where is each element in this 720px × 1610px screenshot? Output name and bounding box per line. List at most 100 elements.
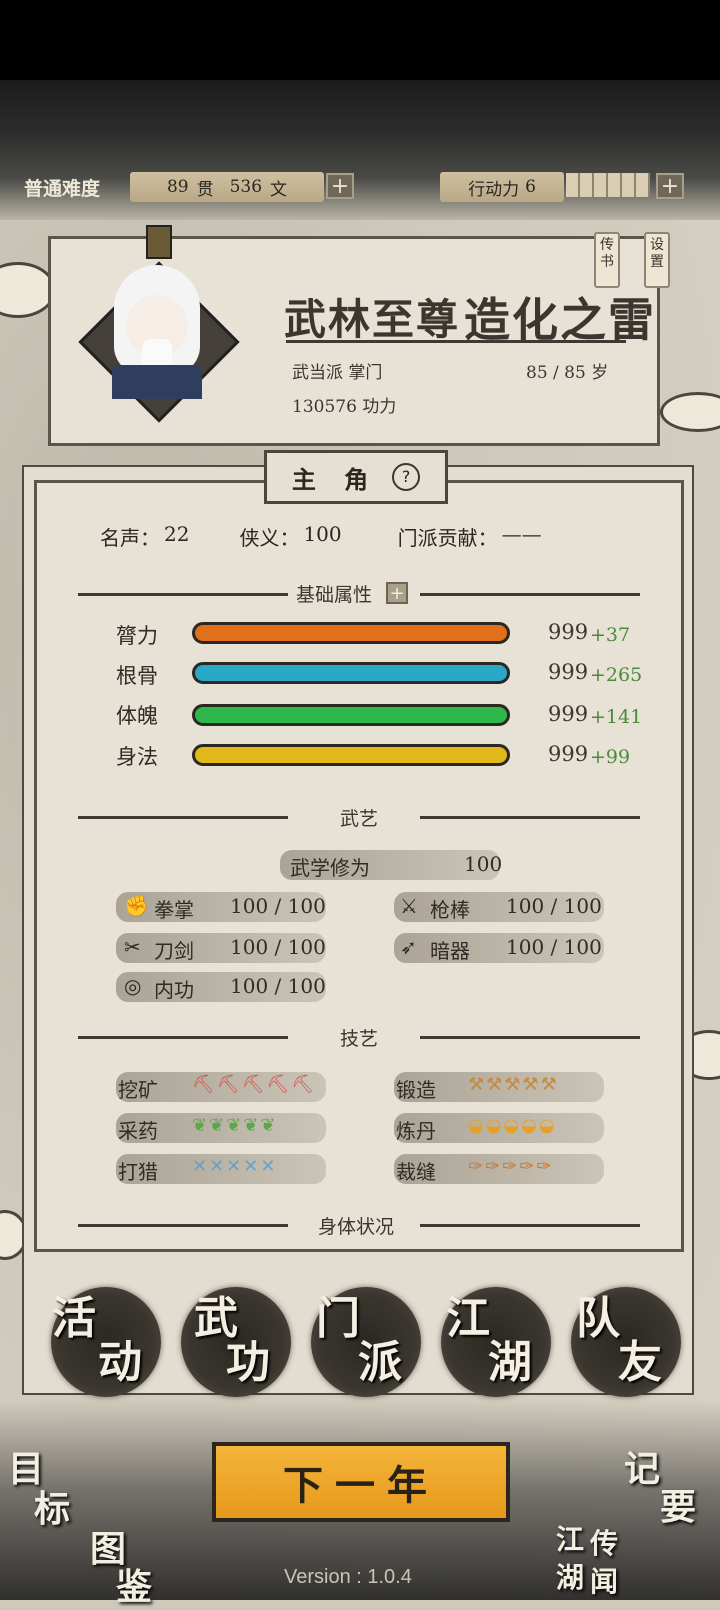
nav-team-char2: 友 — [618, 1337, 662, 1388]
skill-name-inner: 内功 — [154, 978, 194, 1002]
money-wen-unit: 文 — [270, 179, 288, 200]
attr-bar-agility — [192, 744, 510, 766]
action-segment — [580, 173, 594, 197]
attributes-divider-left — [78, 593, 288, 596]
attr-bonus-physique: +141 — [590, 706, 643, 728]
attr-value-strength: 999 — [548, 620, 589, 644]
inner-force-icon: ◎ — [124, 974, 142, 998]
money-wen: 536 — [229, 177, 263, 197]
legends-char3: 传 — [590, 1527, 619, 1560]
nav-sect-char1: 门 — [316, 1293, 360, 1344]
money-guan-unit: 贯 — [196, 179, 214, 200]
craft-icons-forging: ⚒⚒⚒⚒⚒ — [468, 1074, 559, 1095]
legends-char2: 湖 — [556, 1561, 585, 1594]
atlas-char2: 鉴 — [116, 1566, 153, 1608]
skill-value-spear: 100 / 100 — [506, 894, 602, 918]
goal-button[interactable]: 目 标 — [0, 1440, 90, 1530]
swords-icon: ✂ — [124, 935, 141, 959]
craft-label-forging: 锻造 — [396, 1078, 436, 1102]
difficulty-label: 普通难度 — [24, 178, 101, 200]
nav-jianghu-button[interactable]: 江 湖 — [436, 1282, 556, 1402]
attr-label-constitution: 根骨 — [116, 664, 158, 688]
letters-button[interactable]: 传书 — [594, 232, 620, 288]
skill-name-fist: 拳掌 — [154, 898, 194, 922]
action-segment — [636, 173, 650, 197]
crafts-divider-left — [78, 1036, 288, 1039]
legends-button[interactable]: 江 湖 传 闻 — [556, 1518, 656, 1600]
craft-icons-herbs: ❦❦❦❦❦ — [192, 1115, 278, 1136]
body-divider-right — [420, 1224, 640, 1227]
attributes-title: 基础属性 — [296, 584, 373, 606]
skill-value-swords: 100 / 100 — [230, 935, 326, 959]
nav-team-char1: 队 — [576, 1293, 620, 1344]
sect-role: 武当派 掌门 — [292, 363, 383, 383]
ink-header-band — [0, 80, 720, 220]
crafts-title: 技艺 — [340, 1028, 379, 1050]
attr-bonus-strength: +37 — [590, 624, 631, 646]
notes-char1: 记 — [624, 1448, 661, 1490]
skill-name-darts: 暗器 — [430, 939, 470, 963]
attr-label-agility: 身法 — [116, 745, 158, 769]
craft-label-mining: 挖矿 — [118, 1078, 158, 1102]
nav-kungfu-button[interactable]: 武 功 — [176, 1282, 296, 1402]
skill-name-spear: 枪棒 — [430, 898, 470, 922]
settings-button[interactable]: 设置 — [644, 232, 670, 288]
avatar-robe — [112, 365, 202, 399]
craft-label-tailoring: 裁缝 — [396, 1160, 436, 1184]
notes-button[interactable]: 记 要 — [620, 1440, 720, 1530]
cultivation-label: 武学修为 — [290, 856, 370, 880]
notes-char2: 要 — [660, 1486, 697, 1528]
body-divider-left — [78, 1224, 288, 1227]
body-status-title: 身体状况 — [318, 1216, 395, 1238]
action-segment — [566, 173, 580, 197]
help-icon[interactable]: ? — [392, 463, 421, 491]
attr-label-physique: 体魄 — [116, 704, 158, 728]
contribution-label: 门派贡献： — [397, 526, 498, 550]
attr-bar-strength — [192, 622, 510, 644]
action-points-display: 行动力 6 — [440, 172, 564, 202]
martial-divider-right — [420, 816, 640, 819]
attr-value-physique: 999 — [548, 702, 589, 726]
attr-bonus-constitution: +265 — [590, 664, 643, 686]
version-label: Version : 1.0.4 — [284, 1566, 412, 1588]
attributes-divider-right — [420, 593, 640, 596]
add-money-button[interactable]: + — [326, 173, 354, 199]
craft-icons-hunting: ✕✕✕✕✕ — [192, 1156, 278, 1177]
legends-char4: 闻 — [590, 1565, 619, 1598]
dart-icon: ➶ — [400, 935, 417, 959]
martial-divider-left — [78, 816, 288, 819]
action-segment — [608, 173, 622, 197]
action-points-label: 行动力 — [468, 179, 520, 200]
nav-activity-button[interactable]: 活 动 — [46, 1282, 166, 1402]
nav-activity-char1: 活 — [52, 1293, 96, 1344]
money-display: 89 贯 536 文 — [130, 172, 324, 202]
nav-sect-char2: 派 — [358, 1337, 402, 1388]
attributes-add-button[interactable]: + — [386, 582, 408, 604]
character-title: 武林至尊 — [284, 295, 461, 344]
atlas-button[interactable]: 图 鉴 — [80, 1520, 170, 1608]
craft-label-alchemy: 炼丹 — [396, 1119, 436, 1143]
chivalry-value: 100 — [303, 522, 342, 546]
nav-sect-button[interactable]: 门 派 — [306, 1282, 426, 1402]
next-year-button[interactable]: 下一年 — [212, 1442, 510, 1522]
character-power: 130576 功力 — [292, 397, 397, 417]
money-guan: 89 — [166, 177, 189, 197]
action-segment — [622, 173, 636, 197]
attr-value-agility: 999 — [548, 742, 589, 766]
action-segment — [594, 173, 608, 197]
add-action-points-button[interactable]: + — [656, 173, 684, 199]
tab-main-character[interactable]: 主 角 ? — [264, 450, 448, 504]
attr-bar-physique — [192, 704, 510, 726]
chivalry-label: 侠义： — [239, 526, 300, 550]
nav-team-button[interactable]: 队 友 — [566, 1282, 686, 1402]
status-bar-area — [0, 0, 720, 80]
craft-icons-mining: ⛏⛏⛏⛏⛏ — [192, 1074, 317, 1095]
fist-icon: ✊ — [124, 894, 149, 918]
nav-jianghu-char1: 江 — [446, 1293, 490, 1344]
fame-value: 22 — [164, 522, 190, 546]
character-age: 85 / 85 岁 — [526, 363, 609, 383]
attr-value-constitution: 999 — [548, 660, 589, 684]
craft-icons-alchemy: ◒◒◒◒◒ — [468, 1115, 557, 1136]
avatar[interactable] — [78, 225, 240, 423]
craft-label-hunting: 打猎 — [118, 1160, 158, 1184]
